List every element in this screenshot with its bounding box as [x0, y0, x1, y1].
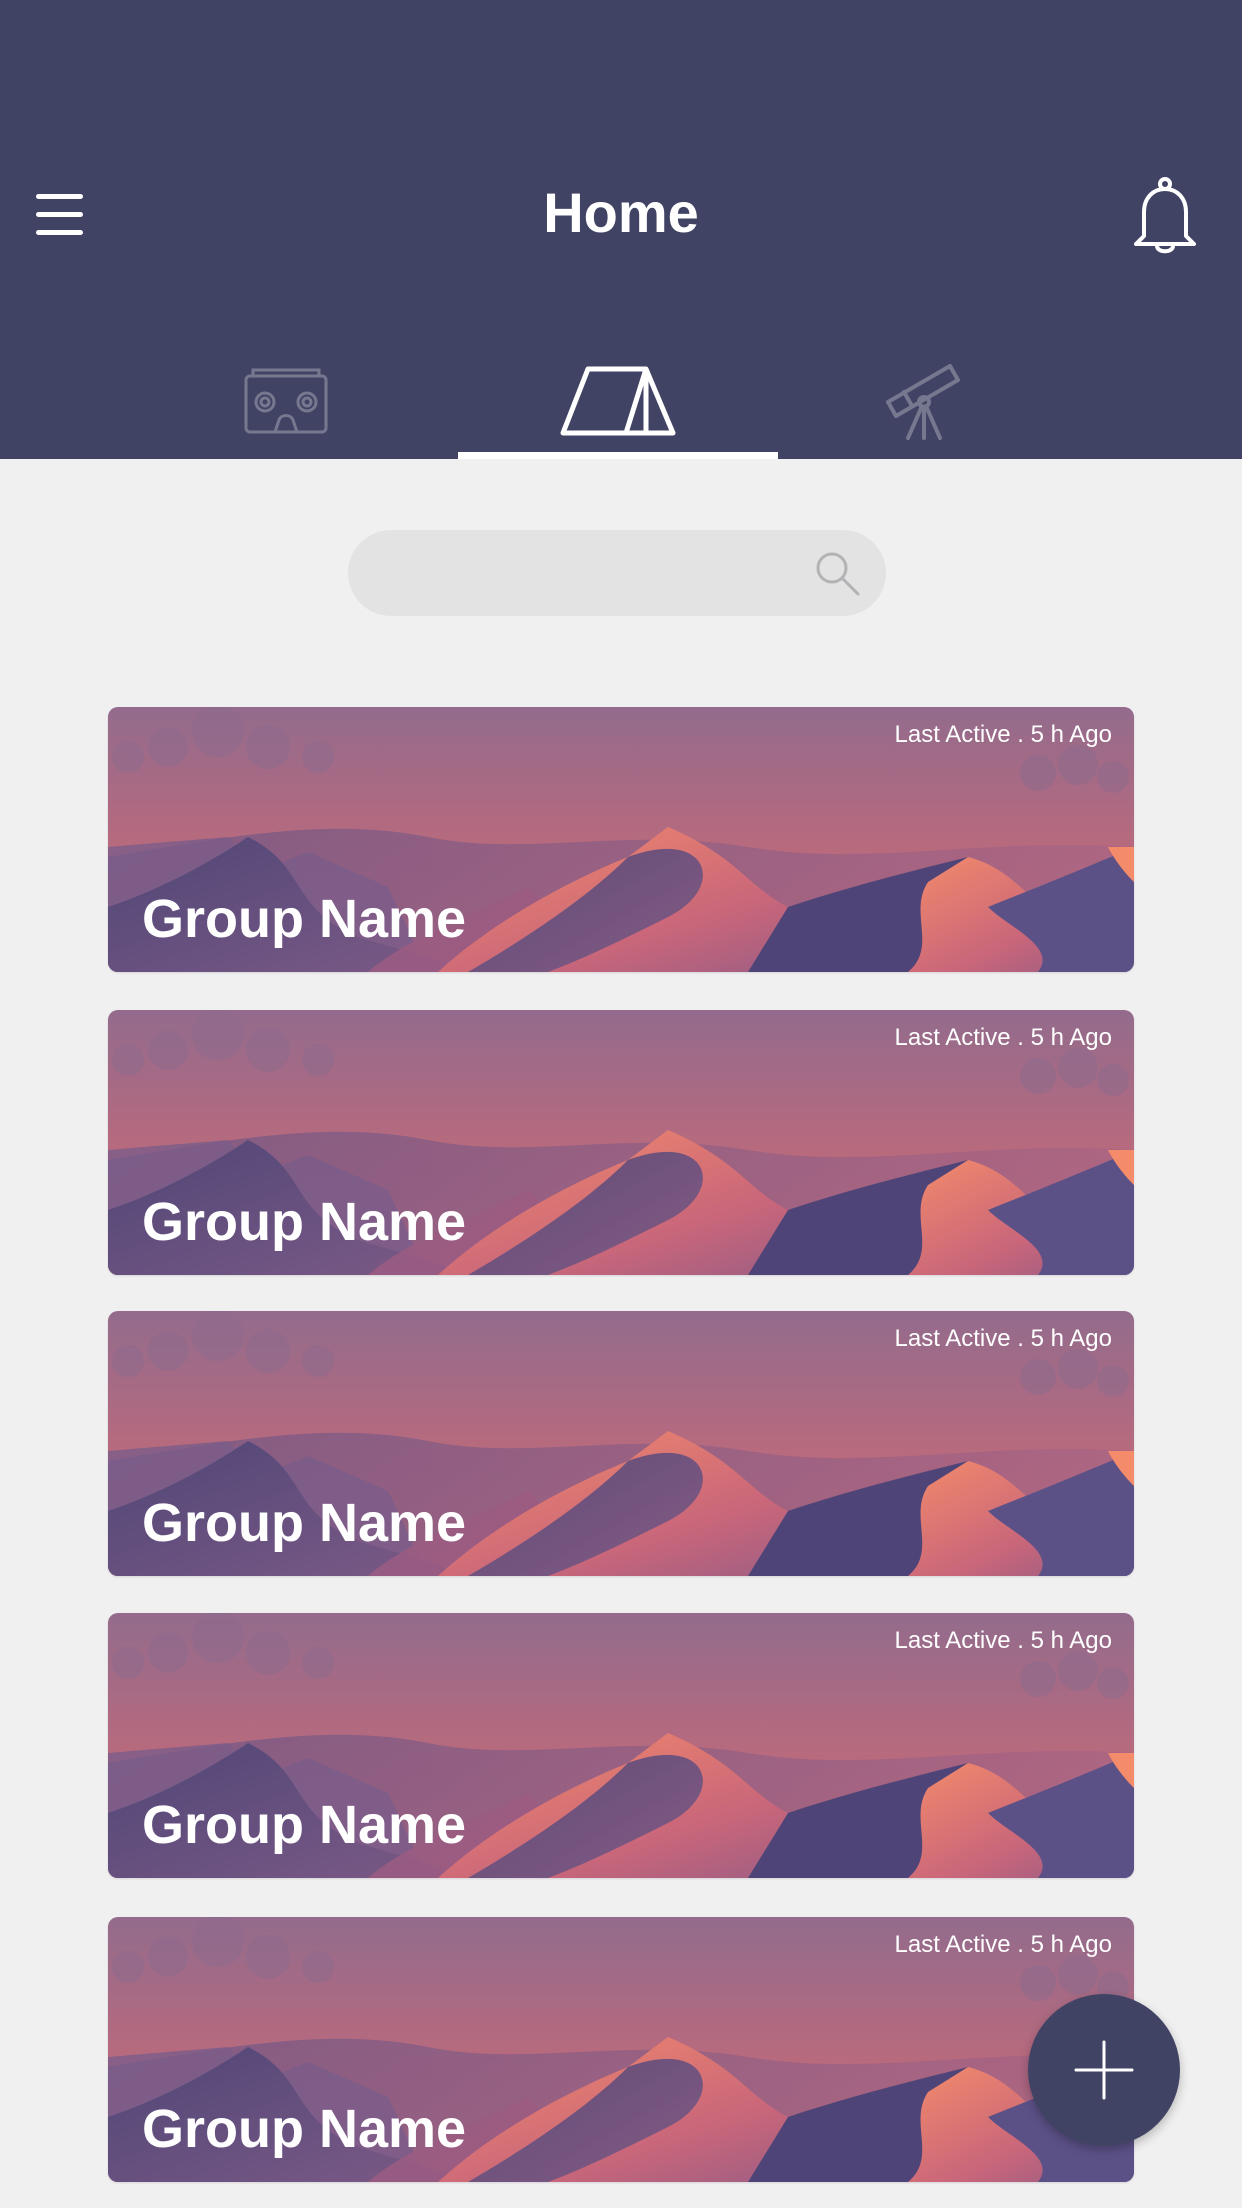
plus-icon — [1074, 2040, 1134, 2100]
group-card[interactable]: Last Active . 5 h Ago Group Name — [108, 1311, 1134, 1576]
active-tab-indicator — [458, 452, 778, 459]
last-active-label: Last Active . 5 h Ago — [894, 1627, 1112, 1654]
search-bar[interactable] — [348, 530, 886, 618]
group-name: Group Name — [142, 1795, 467, 1855]
vr-headset-icon — [244, 368, 328, 434]
app-header: Home — [0, 0, 1242, 459]
tab-stargazing[interactable] — [810, 340, 1038, 459]
group-card[interactable]: Last Active . 5 h Ago Group Name — [108, 1917, 1134, 2182]
last-active-label: Last Active . 5 h Ago — [894, 1325, 1112, 1352]
bell-icon — [1134, 177, 1196, 254]
last-active-label: Last Active . 5 h Ago — [894, 1931, 1112, 1958]
tent-icon — [560, 366, 676, 436]
telescope-icon — [886, 364, 960, 440]
group-name: Group Name — [142, 1192, 467, 1252]
group-card[interactable]: Last Active . 5 h Ago Group Name — [108, 707, 1134, 972]
page-title: Home — [543, 181, 699, 244]
last-active-label: Last Active . 5 h Ago — [894, 1024, 1112, 1051]
add-group-button[interactable] — [1028, 1994, 1180, 2146]
search-icon[interactable] — [814, 550, 862, 598]
group-card[interactable]: Last Active . 5 h Ago Group Name — [108, 1010, 1134, 1275]
group-name: Group Name — [142, 1493, 467, 1553]
group-name: Group Name — [142, 2099, 467, 2159]
tab-vr[interactable] — [172, 340, 400, 459]
group-card[interactable]: Last Active . 5 h Ago Group Name — [108, 1613, 1134, 1878]
group-name: Group Name — [142, 889, 467, 949]
search-input[interactable] — [378, 530, 812, 618]
tab-camping[interactable] — [458, 340, 778, 459]
last-active-label: Last Active . 5 h Ago — [894, 721, 1112, 748]
notifications-button[interactable] — [1132, 176, 1198, 260]
